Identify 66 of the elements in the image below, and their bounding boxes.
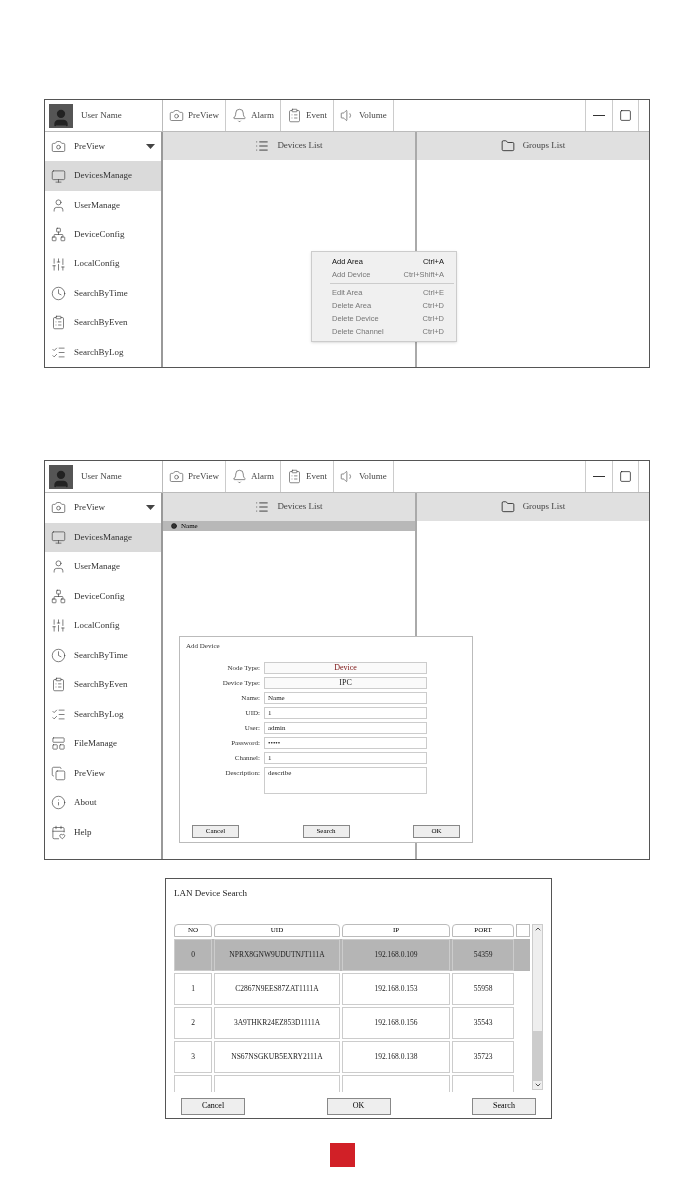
- pane-title: Groups List: [522, 139, 566, 153]
- sliders-icon: [51, 256, 66, 272]
- network-icon: [51, 588, 66, 604]
- toolbar-tab[interactable]: Alarm: [225, 461, 281, 492]
- scrollbar[interactable]: [532, 923, 543, 1090]
- maximize-icon: [619, 470, 632, 483]
- input-field[interactable]: IPC: [264, 676, 427, 689]
- calendar-heart-icon: [51, 824, 66, 840]
- minimize-icon: [593, 476, 605, 477]
- camera-icon: [51, 500, 66, 516]
- user-name: User Name: [81, 469, 122, 483]
- minimize-icon: [593, 115, 605, 116]
- sliders-icon: [51, 618, 66, 634]
- dialog-title: LAN Device Search: [174, 887, 248, 900]
- avatar-silhouette: [49, 103, 73, 128]
- toolbar-tab[interactable]: Volume: [333, 100, 394, 131]
- list-icon: [255, 139, 270, 153]
- folder-icon: [500, 500, 515, 514]
- avatar-silhouette: [49, 464, 73, 489]
- clipboard-icon: [51, 677, 66, 693]
- list-icon: [51, 344, 66, 360]
- clipboard-icon: [51, 315, 66, 331]
- toolbar-tab[interactable]: PreView: [163, 100, 226, 131]
- caret-icon: [146, 505, 155, 511]
- folder-icon: [500, 139, 515, 153]
- clipboard-icon: [286, 108, 302, 123]
- list-icon: [255, 500, 270, 514]
- dialog-button[interactable]: Search: [472, 1097, 536, 1115]
- bell-icon: [231, 108, 247, 123]
- info-icon: [51, 795, 66, 811]
- caret-icon: [146, 144, 155, 150]
- camera-icon: [169, 469, 184, 484]
- toolbar-tab[interactable]: Event: [280, 461, 334, 492]
- maximize-button[interactable]: [612, 100, 639, 131]
- input-field[interactable]: Device: [264, 661, 427, 674]
- maximize-icon: [619, 109, 632, 122]
- pane-title: Devices List: [277, 139, 323, 153]
- user-icon: [51, 559, 66, 575]
- dialog-button[interactable]: OK: [326, 1097, 391, 1115]
- maximize-button[interactable]: [612, 461, 639, 492]
- user-icon: [51, 197, 66, 213]
- pane-title: Groups List: [522, 500, 566, 514]
- dialog-button[interactable]: Cancel: [181, 1097, 245, 1115]
- page-marker: [330, 1143, 355, 1167]
- camera-icon: [169, 108, 184, 123]
- pane-title: Devices List: [277, 500, 323, 514]
- sidebar-item[interactable]: DevicesManage: [45, 522, 161, 552]
- clipboard-icon: [286, 469, 302, 484]
- bell-icon: [231, 469, 247, 484]
- sidebar-item[interactable]: DevicesManage: [45, 161, 161, 191]
- monitor-icon: [51, 168, 66, 184]
- clock-icon: [51, 647, 66, 663]
- toolbar-tab[interactable]: Volume: [333, 461, 394, 492]
- network-icon: [51, 227, 66, 243]
- list-icon: [51, 706, 66, 722]
- node-icon: [171, 523, 177, 529]
- column-header: [516, 923, 530, 937]
- camera-icon: [51, 139, 66, 155]
- user-name: User Name: [81, 108, 122, 122]
- copy-icon: [51, 765, 66, 781]
- monitor-icon: [51, 529, 66, 545]
- toolbar-tab[interactable]: PreView: [163, 461, 226, 492]
- layout-icon: [51, 736, 66, 752]
- clock-icon: [51, 286, 66, 302]
- toolbar-tab[interactable]: Alarm: [225, 100, 281, 131]
- toolbar-tab[interactable]: Event: [280, 100, 334, 131]
